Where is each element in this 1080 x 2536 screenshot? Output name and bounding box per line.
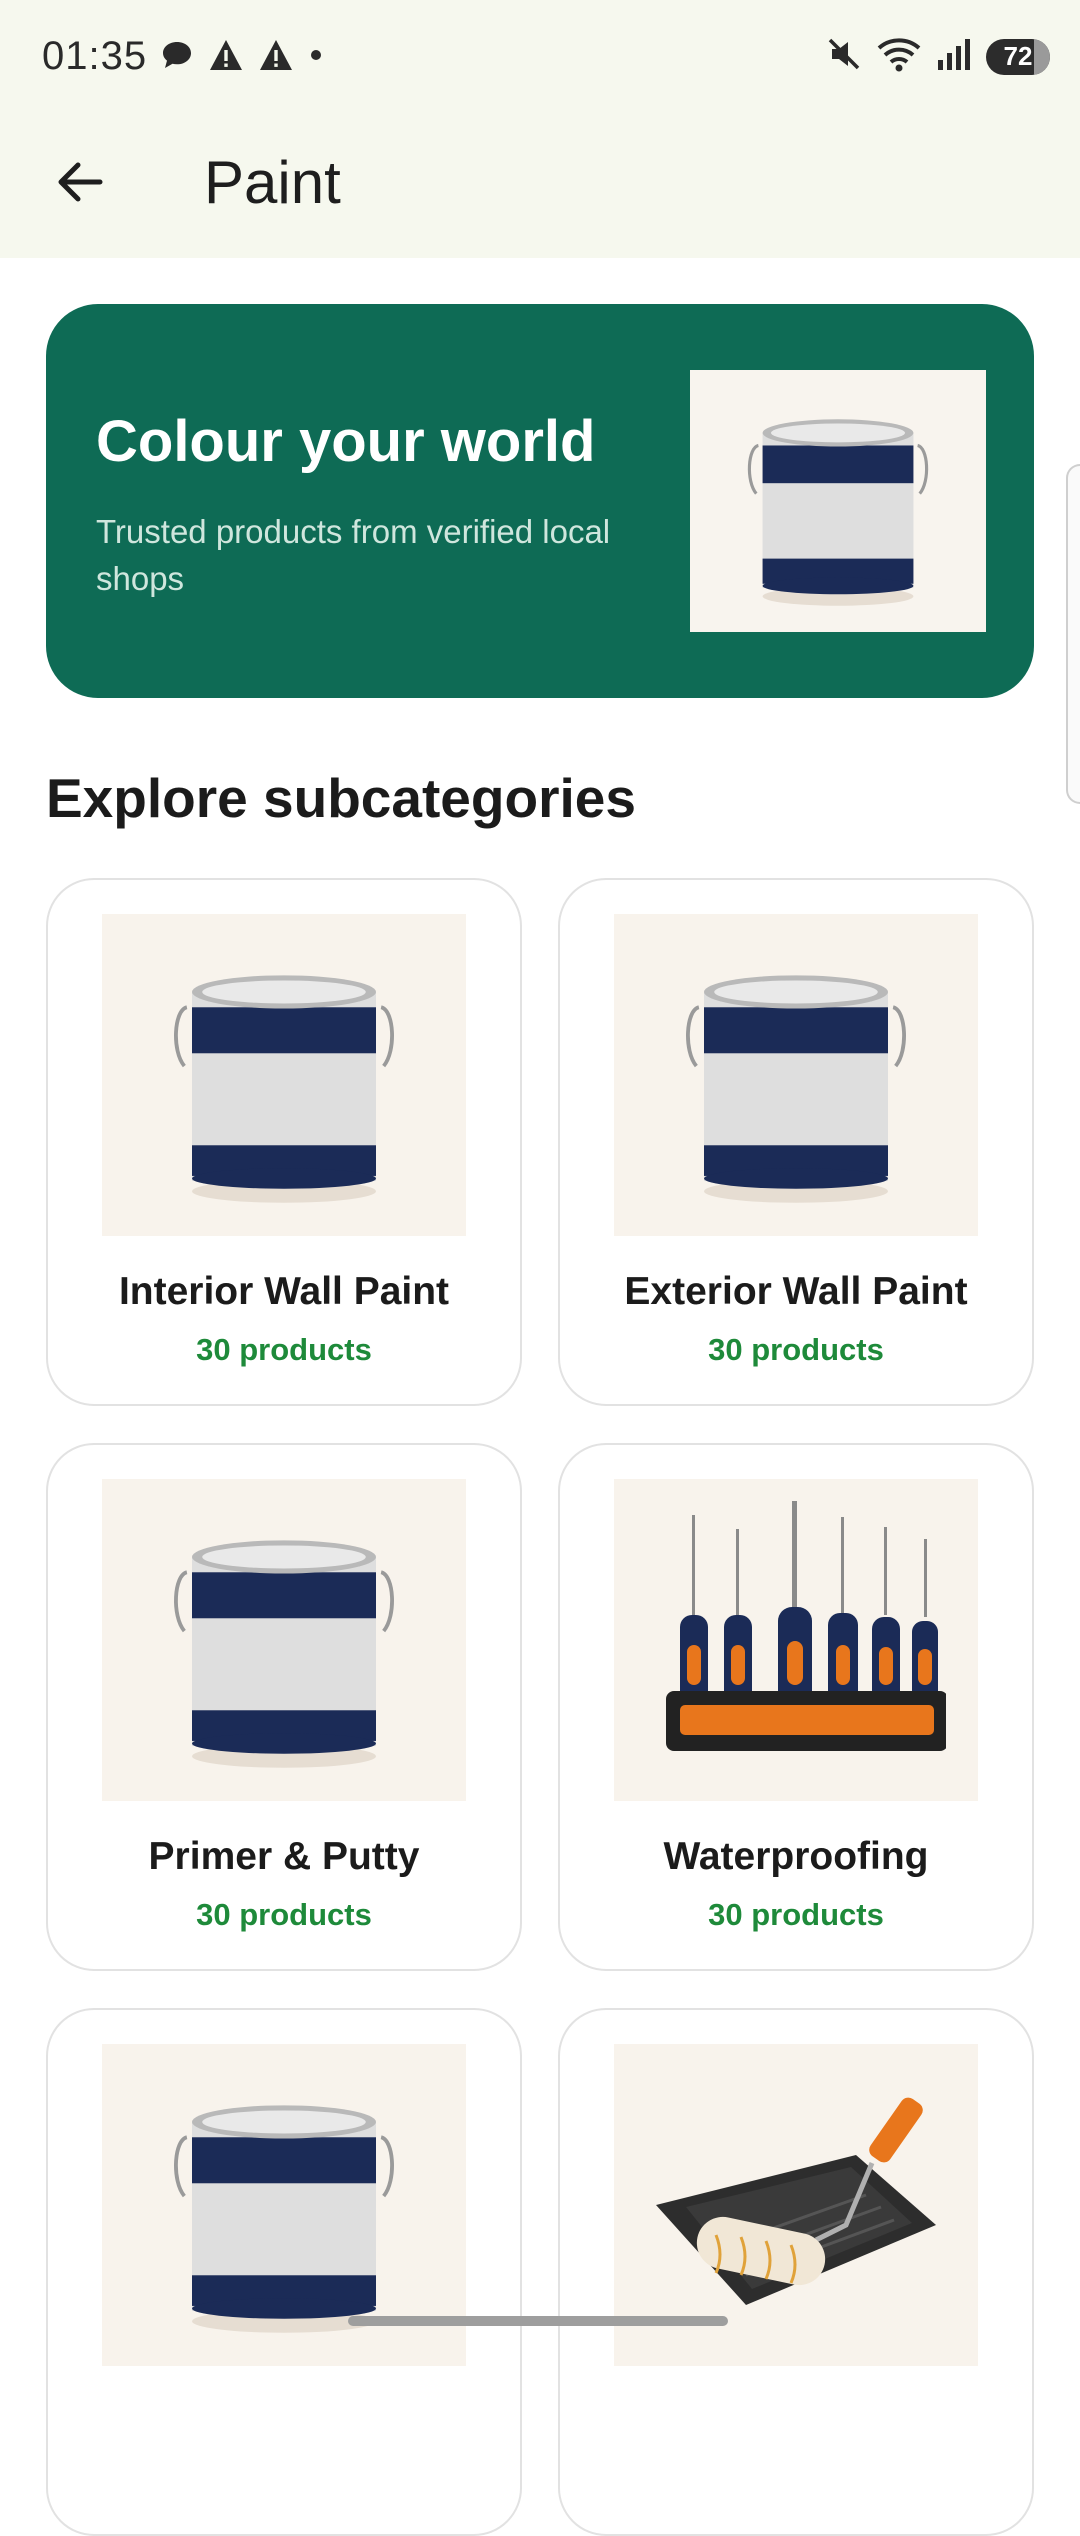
warning-icon [258, 38, 294, 77]
dot-icon [308, 47, 324, 68]
card-image [102, 914, 466, 1236]
card-title: Exterior Wall Paint [624, 1270, 968, 1313]
battery-level: 72 [1003, 41, 1033, 71]
card-image [614, 914, 978, 1236]
wifi-icon [876, 36, 922, 77]
paint-can-icon [174, 1540, 394, 1768]
card-title: Interior Wall Paint [118, 1270, 450, 1313]
chat-bubble-icon [160, 38, 194, 77]
paint-can-icon [174, 2105, 394, 2333]
mute-icon [826, 36, 862, 77]
subcategory-card-6[interactable] [558, 2008, 1034, 2536]
hero-image [690, 370, 986, 632]
subcategory-card-waterproofing[interactable]: Waterproofing 30 products [558, 1443, 1034, 1971]
status-left-icons [160, 38, 324, 77]
warning-icon [208, 38, 244, 77]
card-image [614, 1479, 978, 1801]
section-title: Explore subcategories [46, 767, 636, 829]
signal-icon [936, 36, 972, 77]
status-right-icons: 72 [826, 36, 1050, 77]
card-product-count: 30 products [196, 1897, 372, 1932]
paint-roller-tray-icon [656, 2097, 936, 2305]
app-bar: Paint [0, 112, 1080, 258]
subcategory-card-primer-putty[interactable]: Primer & Putty 30 products [46, 1443, 522, 1971]
back-button[interactable] [40, 142, 120, 222]
card-title: Waterproofing [663, 1835, 929, 1878]
hero-subtitle: Trusted products from verified local sho… [96, 513, 611, 597]
screwdriver-set-icon [666, 1501, 946, 1751]
hero-banner[interactable]: Colour your world Trusted products from … [46, 304, 1034, 698]
arrow-left-icon [58, 162, 103, 202]
side-panel-handle[interactable] [1066, 464, 1080, 804]
subcategory-card-5[interactable] [46, 2008, 522, 2536]
card-image [102, 1479, 466, 1801]
battery-icon: 72 [986, 38, 1050, 75]
paint-can-icon [174, 975, 394, 1203]
card-product-count: 30 products [196, 1332, 372, 1367]
paint-can-icon [686, 975, 906, 1203]
home-indicator[interactable] [348, 2316, 728, 2326]
page-title: Paint [204, 149, 341, 216]
card-product-count: 30 products [708, 1897, 884, 1932]
card-product-count: 30 products [708, 1332, 884, 1367]
top-area: 01:35 72 Paint [0, 0, 1080, 258]
subcategory-card-interior-wall-paint[interactable]: Interior Wall Paint 30 products [46, 878, 522, 1406]
hero-title: Colour your world [96, 409, 596, 474]
paint-can-icon [747, 419, 929, 606]
subcategory-card-exterior-wall-paint[interactable]: Exterior Wall Paint 30 products [558, 878, 1034, 1406]
status-bar: 01:35 72 [0, 0, 1080, 112]
card-title: Primer & Putty [148, 1835, 420, 1878]
status-time: 01:35 [42, 34, 148, 78]
